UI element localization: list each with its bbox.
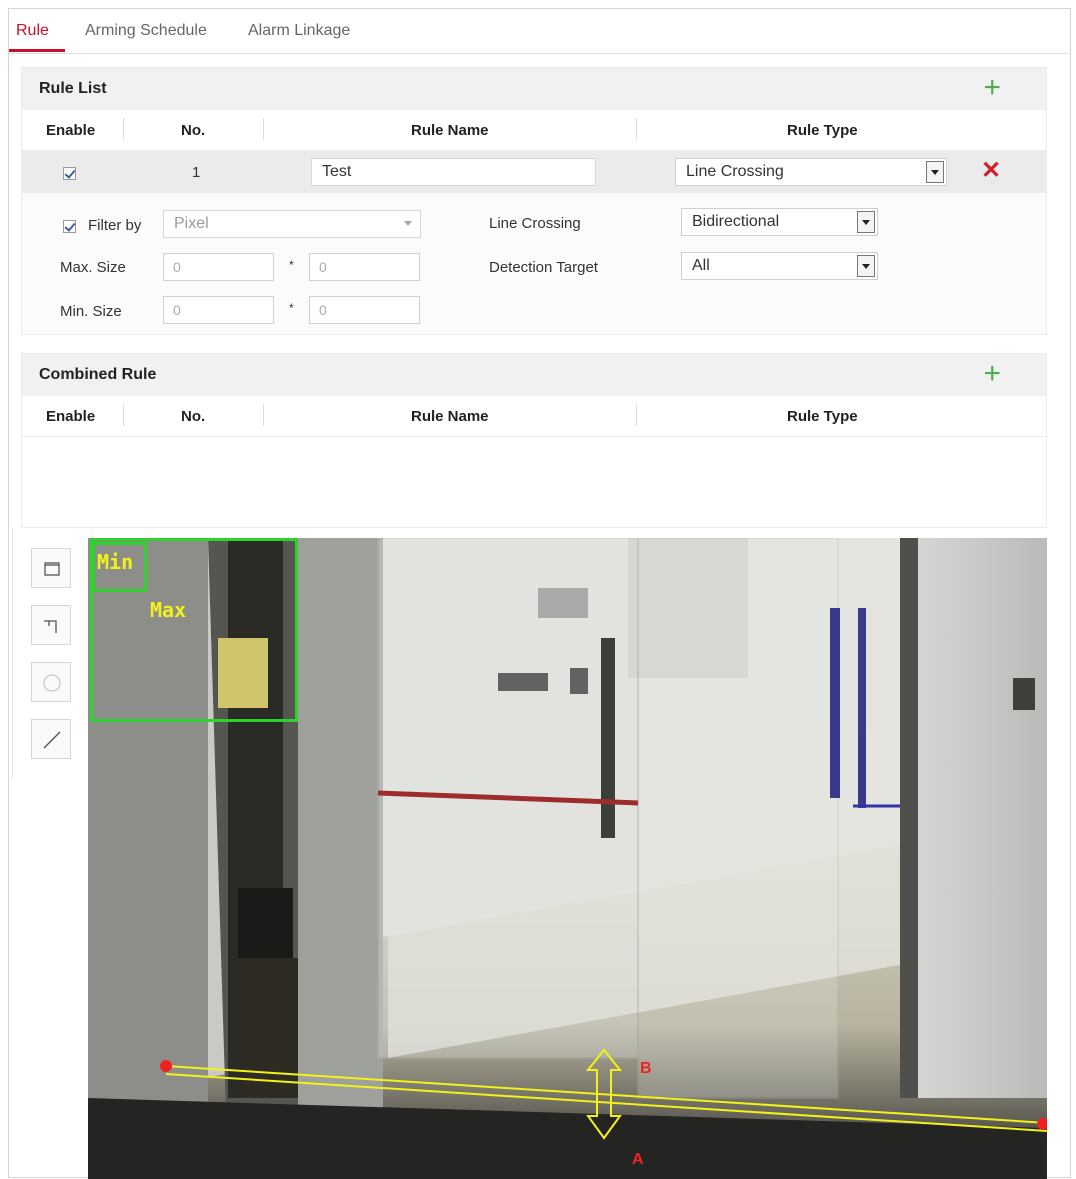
rule-name-input[interactable]: Test bbox=[311, 158, 596, 186]
chevron-down-icon bbox=[857, 211, 875, 233]
multiply-sign: * bbox=[289, 301, 294, 315]
combined-rule-panel: Combined Rule + Enable No. Rule Name Rul… bbox=[21, 353, 1047, 528]
min-size-label: Min. Size bbox=[60, 303, 122, 320]
min-size-width-input[interactable]: 0 bbox=[163, 296, 274, 324]
column-no: No. bbox=[181, 122, 206, 139]
rule-type-value: Line Crossing bbox=[686, 163, 784, 180]
rule-enable-checkbox[interactable] bbox=[63, 167, 76, 180]
column-separator bbox=[263, 118, 264, 140]
live-video-preview[interactable]: Min Max B A bbox=[88, 538, 1047, 1179]
line-crossing-direction-select[interactable]: Bidirectional bbox=[681, 208, 878, 236]
add-combined-rule-button[interactable]: + bbox=[983, 359, 1001, 389]
combined-rule-empty-list bbox=[22, 437, 1046, 527]
active-tab-indicator bbox=[9, 49, 65, 52]
draw-line-tool[interactable] bbox=[31, 719, 71, 759]
draw-min-size-tool[interactable] bbox=[31, 605, 71, 645]
rule-number: 1 bbox=[192, 164, 201, 181]
column-separator bbox=[636, 118, 637, 140]
combined-rule-header: Combined Rule + bbox=[22, 354, 1046, 396]
line-crossing-overlay bbox=[160, 1048, 1047, 1140]
multiply-sign: * bbox=[289, 258, 294, 272]
rule-list-column-header: Enable No. Rule Name Rule Type bbox=[22, 110, 1046, 151]
filter-by-label: Filter by bbox=[88, 217, 142, 234]
filter-by-value: Pixel bbox=[174, 215, 209, 232]
detection-target-label: Detection Target bbox=[489, 259, 598, 276]
detection-target-select[interactable]: All bbox=[681, 252, 878, 280]
max-size-height-input[interactable]: 0 bbox=[309, 253, 420, 281]
column-separator bbox=[263, 404, 264, 426]
tab-bar: Rule Arming Schedule Alarm Linkage bbox=[9, 9, 1070, 54]
column-rule-name: Rule Name bbox=[411, 122, 489, 139]
circle-icon bbox=[43, 674, 61, 692]
line-point-a-label: A bbox=[632, 1151, 644, 1168]
draw-max-size-tool[interactable] bbox=[31, 548, 71, 588]
tab-alarm-linkage[interactable]: Alarm Linkage bbox=[248, 22, 350, 40]
rule-details: Filter by Pixel Max. Size 0 * 0 Min. Siz… bbox=[22, 193, 1046, 335]
column-no: No. bbox=[181, 408, 206, 425]
column-rule-type: Rule Type bbox=[787, 122, 858, 139]
column-enable: Enable bbox=[46, 122, 96, 139]
filter-by-checkbox[interactable] bbox=[63, 220, 76, 233]
add-rule-button[interactable]: + bbox=[983, 73, 1001, 103]
tab-rule[interactable]: Rule bbox=[16, 22, 49, 40]
combined-rule-column-header: Enable No. Rule Name Rule Type bbox=[22, 396, 1046, 437]
detection-target-value: All bbox=[692, 257, 710, 274]
column-separator bbox=[636, 404, 637, 426]
filter-by-select[interactable]: Pixel bbox=[163, 210, 421, 238]
line-crossing-label: Line Crossing bbox=[489, 215, 581, 232]
delete-rule-button[interactable]: ✕ bbox=[981, 159, 1001, 183]
combined-rule-title: Combined Rule bbox=[39, 366, 157, 383]
max-size-width-input[interactable]: 0 bbox=[163, 253, 274, 281]
rule-list-header: Rule List + bbox=[22, 68, 1046, 110]
chevron-down-icon bbox=[857, 255, 875, 277]
chevron-down-icon bbox=[400, 213, 418, 235]
line-crossing-direction-value: Bidirectional bbox=[692, 213, 780, 230]
rule-list-panel: Rule List + Enable No. Rule Name Rule Ty… bbox=[21, 67, 1047, 335]
draw-region-tool[interactable] bbox=[31, 662, 71, 702]
chevron-down-icon bbox=[926, 161, 944, 183]
rule-type-select[interactable]: Line Crossing bbox=[675, 158, 947, 186]
max-size-label: Max. Size bbox=[60, 259, 126, 276]
line-point-b-label: B bbox=[640, 1060, 652, 1077]
tab-arming-schedule[interactable]: Arming Schedule bbox=[85, 22, 207, 40]
column-separator bbox=[123, 118, 124, 140]
rule-list-title: Rule List bbox=[39, 80, 107, 97]
column-separator bbox=[123, 404, 124, 426]
column-rule-type: Rule Type bbox=[787, 408, 858, 425]
line-icon bbox=[43, 731, 61, 749]
column-rule-name: Rule Name bbox=[411, 408, 489, 425]
column-enable: Enable bbox=[46, 408, 96, 425]
table-row[interactable]: 1 Test Line Crossing ✕ bbox=[22, 151, 1046, 193]
min-size-height-input[interactable]: 0 bbox=[309, 296, 420, 324]
rectangle-corner-icon bbox=[44, 620, 57, 633]
rectangle-icon bbox=[44, 562, 60, 576]
